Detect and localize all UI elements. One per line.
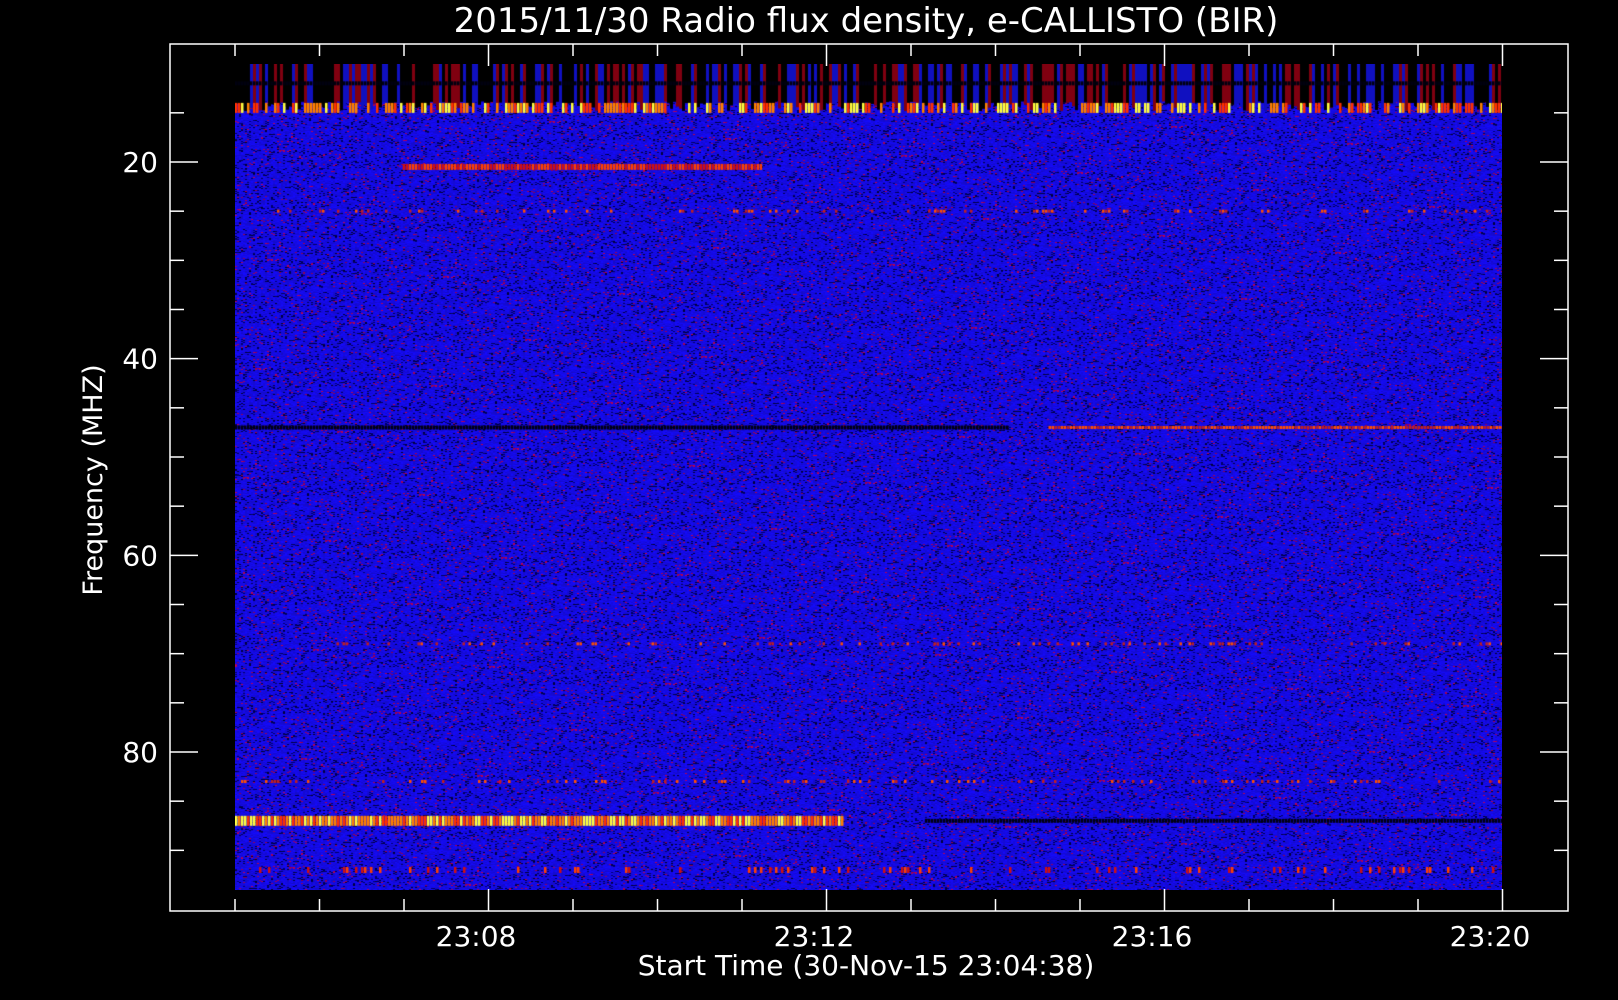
- x-axis-label: Start Time (30-Nov-15 23:04:38): [638, 949, 1095, 982]
- y-tick-label: 60: [122, 539, 158, 572]
- x-tick-label: 23:20: [1450, 920, 1531, 953]
- y-tick-label: 40: [122, 343, 158, 376]
- x-tick-label: 23:16: [1112, 920, 1193, 953]
- y-tick-label: 20: [122, 146, 158, 179]
- y-tick-label: 80: [122, 736, 158, 769]
- spectrogram-raster: [235, 64, 1502, 890]
- x-tick-label: 23:08: [436, 920, 517, 953]
- spectrogram-image: [235, 64, 1502, 890]
- spectrogram-chart: 2015/11/30 Radio flux density, e-CALLIST…: [0, 0, 1618, 1000]
- y-axis-label: Frequency (MHZ): [78, 364, 109, 595]
- chart-title: 2015/11/30 Radio flux density, e-CALLIST…: [454, 1, 1279, 41]
